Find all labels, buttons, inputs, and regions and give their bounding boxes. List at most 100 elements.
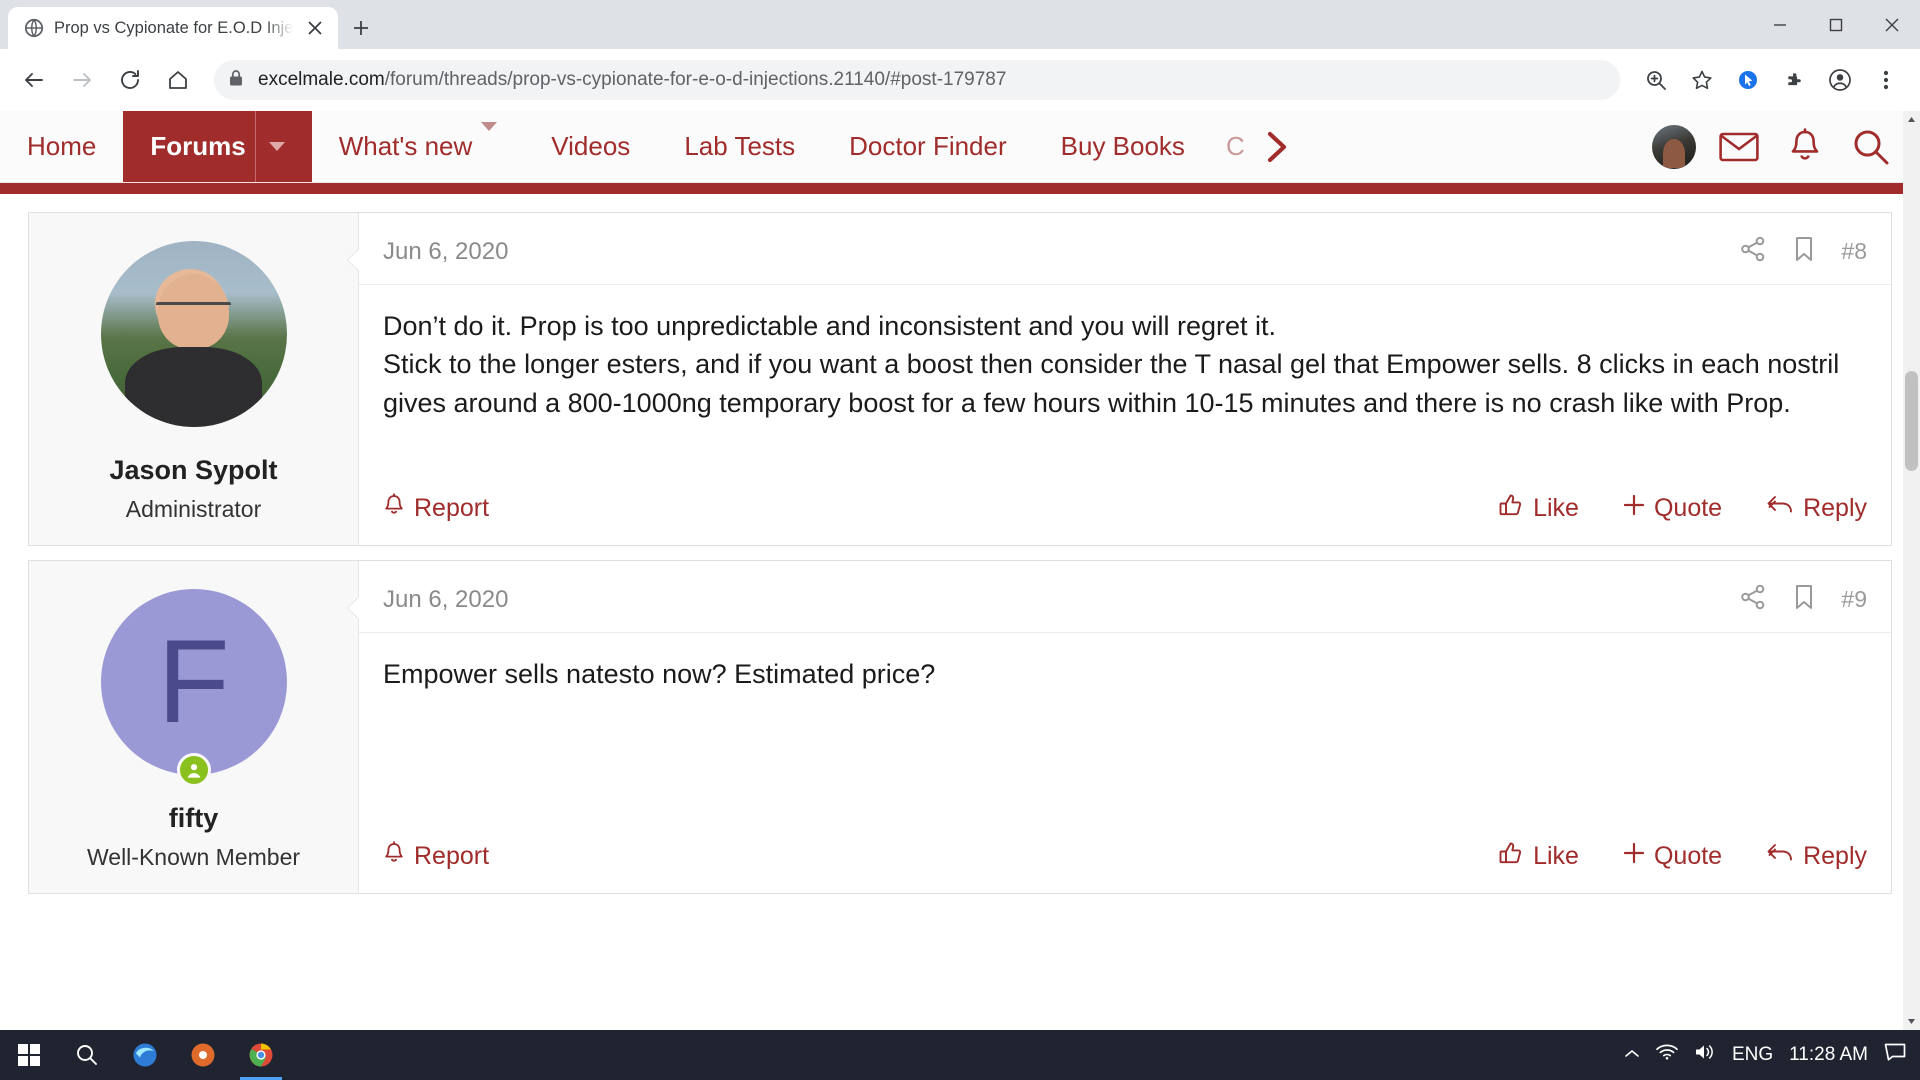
nav-accent-bar [0, 183, 1920, 194]
nav-item-lab-tests[interactable]: Lab Tests [657, 111, 822, 182]
post-line: Stick to the longer esters, and if you w… [383, 349, 1840, 418]
post-body: Empower sells natesto now? Estimated pri… [359, 633, 1891, 826]
quote-label: Quote [1653, 494, 1723, 522]
reply-arrow-icon [1766, 841, 1794, 872]
post-line: Empower sells natesto now? Estimated pri… [383, 659, 936, 689]
language-indicator[interactable]: ENG [1732, 1044, 1773, 1066]
clock[interactable]: 11:28 AM [1789, 1044, 1868, 1066]
avatar[interactable] [100, 241, 287, 427]
close-icon[interactable] [303, 15, 328, 41]
profile-avatar-icon[interactable] [1818, 58, 1862, 102]
back-arrow-icon[interactable] [12, 58, 56, 102]
like-button[interactable]: Like [1498, 840, 1579, 873]
bookmark-icon[interactable] [1793, 235, 1815, 268]
browser-tab[interactable]: Prop vs Cypionate for E.O.D Injec [8, 7, 338, 49]
share-icon[interactable] [1739, 583, 1767, 616]
bookmark-icon[interactable] [1793, 583, 1815, 616]
avatar-photo [100, 241, 287, 427]
like-button[interactable]: Like [1498, 492, 1579, 525]
nav-item-buy-books[interactable]: Buy Books [1034, 111, 1212, 182]
quote-button[interactable]: Quote [1623, 842, 1722, 871]
thumbs-up-icon [1498, 492, 1524, 525]
cursor-pointer-icon[interactable] [1726, 58, 1770, 102]
three-dot-menu-icon[interactable] [1864, 58, 1908, 102]
nav-item-whats-new[interactable]: What's new [312, 111, 525, 182]
bookmark-star-icon[interactable] [1680, 58, 1724, 102]
forward-arrow-icon[interactable] [60, 58, 104, 102]
chevron-right-icon[interactable] [1246, 111, 1308, 182]
lock-icon [228, 69, 244, 92]
toolbar-right-actions [1634, 58, 1908, 102]
zoom-in-icon[interactable] [1634, 58, 1678, 102]
bell-icon[interactable] [1774, 111, 1836, 183]
report-label: Report [414, 494, 490, 522]
notification-center-icon[interactable] [1884, 1043, 1906, 1067]
author-title: Administrator [125, 496, 262, 522]
window-controls [1752, 0, 1920, 49]
post-number[interactable]: #9 [1841, 586, 1867, 613]
windows-start-icon[interactable] [0, 1030, 58, 1080]
edge-browser-icon[interactable] [116, 1030, 174, 1080]
media-player-icon[interactable] [174, 1030, 232, 1080]
reply-arrow-icon [1766, 493, 1794, 524]
post-item: Jason Sypolt Administrator Jun 6, 2020 #… [28, 212, 1892, 546]
page-scrollbar[interactable] [1903, 111, 1920, 1030]
tab-strip: Prop vs Cypionate for E.O.D Injec [0, 0, 1920, 49]
page-viewport: Home Forums What's new Videos Lab Tests [0, 111, 1920, 1030]
nav-item-forums[interactable]: Forums [123, 111, 312, 182]
nav-item-doctor-finder[interactable]: Doctor Finder [822, 111, 1034, 182]
reply-button[interactable]: Reply [1766, 841, 1867, 872]
nav-item-videos[interactable]: Videos [524, 111, 657, 182]
home-icon[interactable] [156, 58, 200, 102]
extensions-puzzle-icon[interactable] [1772, 58, 1816, 102]
post-date[interactable]: Jun 6, 2020 [383, 586, 508, 614]
scrollbar-thumb[interactable] [1905, 371, 1918, 471]
volume-icon[interactable] [1694, 1043, 1716, 1067]
post-body: Don’t do it. Prop is too unpredictable a… [359, 285, 1891, 478]
online-status-icon [176, 753, 211, 787]
report-button[interactable]: Report [383, 841, 489, 872]
nav-item-label: Lab Tests [684, 131, 796, 161]
wifi-icon[interactable] [1656, 1044, 1678, 1066]
post-actions-right: Like Quote Reply [1498, 492, 1867, 525]
url-domain: excelmale.com [258, 69, 385, 90]
show-hidden-icons-icon[interactable] [1624, 1044, 1640, 1066]
post-content-column: Jun 6, 2020 #9 Empower sells natesto now… [347, 561, 1891, 893]
minimize-button[interactable] [1752, 0, 1808, 49]
reply-button[interactable]: Reply [1766, 493, 1867, 524]
post-header: Jun 6, 2020 #8 [359, 213, 1891, 285]
author-name[interactable]: fifty [169, 803, 219, 834]
like-label: Like [1533, 842, 1579, 870]
report-button[interactable]: Report [383, 493, 489, 524]
maximize-button[interactable] [1808, 0, 1864, 49]
avatar[interactable]: F [100, 589, 287, 775]
chevron-down-icon[interactable] [254, 111, 285, 182]
scroll-down-arrow-icon[interactable] [1903, 1013, 1920, 1030]
chevron-down-icon[interactable] [481, 122, 498, 162]
close-button[interactable] [1864, 0, 1920, 49]
thread-posts: Jason Sypolt Administrator Jun 6, 2020 #… [0, 194, 1920, 1030]
share-icon[interactable] [1739, 235, 1767, 268]
post-date[interactable]: Jun 6, 2020 [383, 238, 508, 266]
nav-item-home[interactable]: Home [0, 111, 123, 182]
quote-button[interactable]: Quote [1623, 494, 1722, 523]
author-name[interactable]: Jason Sypolt [109, 455, 277, 486]
reload-icon[interactable] [108, 58, 152, 102]
browser-window: Prop vs Cypionate for E.O.D Injec excelm… [0, 0, 1920, 1030]
chrome-browser-icon[interactable] [232, 1030, 290, 1080]
envelope-icon[interactable] [1708, 111, 1770, 183]
nav-item-label: Forums [150, 131, 246, 161]
search-icon[interactable] [1840, 111, 1902, 183]
taskbar-search-icon[interactable] [58, 1030, 116, 1080]
plus-icon [1623, 842, 1645, 871]
scroll-up-arrow-icon[interactable] [1903, 111, 1920, 128]
avatar[interactable] [1652, 124, 1696, 169]
address-bar[interactable]: excelmale.com/forum/threads/prop-vs-cypi… [214, 60, 1620, 100]
site-navigation: Home Forums What's new Videos Lab Tests [0, 111, 1920, 183]
report-label: Report [414, 842, 490, 870]
system-tray: ENG 11:28 AM [1624, 1043, 1920, 1067]
post-number[interactable]: #8 [1841, 238, 1867, 265]
post-actions-right: Like Quote Reply [1498, 840, 1867, 873]
nav-item-clipped[interactable]: C [1212, 111, 1246, 182]
new-tab-button[interactable] [338, 7, 384, 49]
